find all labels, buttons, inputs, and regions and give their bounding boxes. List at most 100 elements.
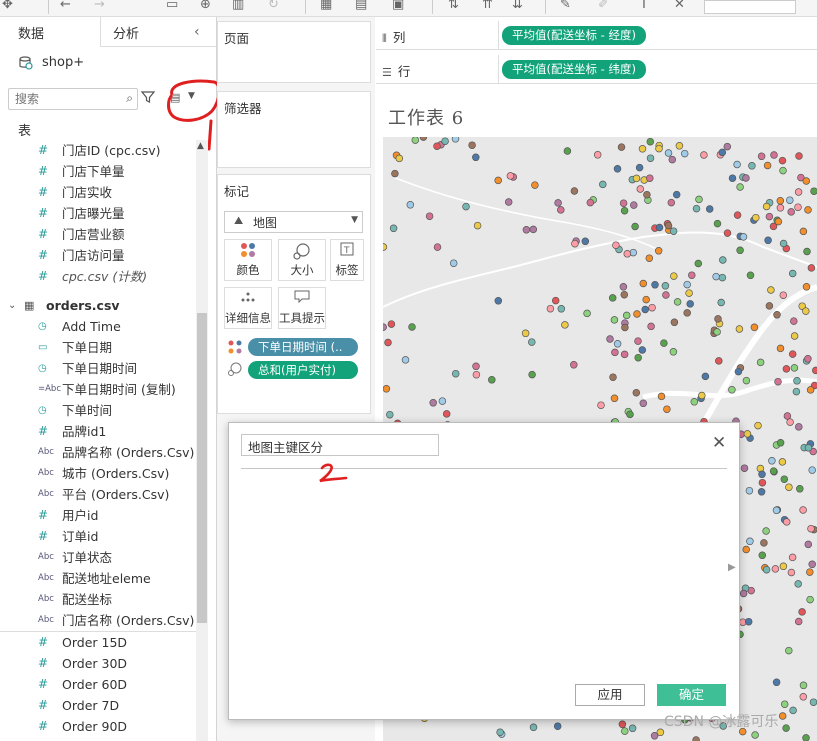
map-point[interactable]	[723, 142, 732, 151]
map-point[interactable]	[718, 273, 727, 282]
map-point[interactable]	[650, 732, 659, 740]
map-point[interactable]	[762, 565, 771, 574]
map-point[interactable]	[694, 259, 703, 268]
map-point[interactable]	[638, 145, 647, 153]
map-point[interactable]	[764, 236, 772, 245]
duplicate-sheet-icon[interactable]: ▤	[355, 0, 367, 13]
map-point[interactable]	[802, 307, 810, 315]
map-point[interactable]	[623, 250, 632, 258]
filter-icon[interactable]	[141, 90, 155, 104]
ok-button[interactable]: 确定	[657, 684, 726, 706]
map-point[interactable]	[785, 483, 793, 491]
map-point[interactable]	[667, 198, 676, 207]
map-point[interactable]	[762, 202, 771, 211]
map-point[interactable]	[599, 180, 607, 189]
field-item[interactable]: ▭ 下单日期	[0, 337, 196, 358]
map-point[interactable]	[692, 204, 701, 213]
map-point[interactable]	[438, 397, 447, 405]
map-point[interactable]	[648, 303, 656, 312]
map-point[interactable]	[441, 137, 449, 145]
map-point[interactable]	[787, 208, 795, 216]
map-point[interactable]	[442, 410, 451, 418]
map-point[interactable]	[619, 199, 628, 207]
field-item[interactable]: # 门店访问量	[0, 245, 196, 266]
map-point[interactable]	[406, 201, 415, 209]
chevron-down-icon[interactable]: ⌄	[8, 295, 16, 316]
map-point[interactable]	[713, 328, 721, 336]
color-pill[interactable]: 下单日期时间 (..	[248, 338, 358, 356]
map-point[interactable]	[763, 161, 772, 170]
map-point[interactable]	[770, 151, 778, 159]
map-point[interactable]	[712, 272, 720, 281]
map-point[interactable]	[719, 256, 727, 264]
map-point[interactable]	[758, 478, 767, 487]
detail-button[interactable]: 详细信息	[224, 287, 272, 329]
highlight-icon[interactable]: ✎	[560, 0, 571, 13]
map-point[interactable]	[634, 337, 642, 345]
field-item[interactable]: Abc 配送坐标	[0, 589, 196, 610]
map-point[interactable]	[529, 723, 538, 732]
map-point[interactable]	[748, 162, 756, 170]
map-point[interactable]	[683, 309, 691, 317]
map-point[interactable]	[786, 196, 794, 204]
map-point[interactable]	[617, 143, 626, 151]
map-point[interactable]	[384, 338, 392, 347]
map-point[interactable]	[804, 355, 812, 363]
color-button[interactable]: 颜色	[224, 239, 272, 281]
map-point[interactable]	[494, 297, 503, 305]
map-point[interactable]	[670, 318, 679, 327]
map-point[interactable]	[807, 524, 815, 533]
map-point[interactable]	[657, 392, 666, 401]
field-item[interactable]: Abc 订单状态	[0, 547, 196, 568]
map-point[interactable]	[641, 305, 649, 314]
map-point[interactable]	[554, 199, 562, 207]
map-point[interactable]	[655, 144, 663, 153]
map-point[interactable]	[804, 444, 813, 452]
map-point[interactable]	[733, 211, 742, 219]
map-point[interactable]	[629, 248, 638, 257]
filters-shelf[interactable]: 筛选器	[217, 91, 371, 168]
field-item[interactable]: # 订单id	[0, 526, 196, 547]
scroll-up-icon[interactable]: ▲	[197, 141, 204, 151]
datasource-name[interactable]: shop+	[42, 55, 84, 70]
map-point[interactable]	[613, 340, 622, 348]
map-point[interactable]	[504, 198, 513, 206]
pages-shelf[interactable]: 页面	[217, 21, 371, 83]
expand-arrow-icon[interactable]: ▶	[728, 562, 736, 573]
map-point[interactable]	[804, 540, 813, 549]
map-point[interactable]	[779, 562, 788, 571]
worksheet-title[interactable]: 工作表 6	[388, 104, 464, 130]
field-item[interactable]: # 门店营业额	[0, 224, 196, 245]
pause-updates-icon[interactable]: ▥	[232, 0, 244, 13]
map-point[interactable]	[383, 323, 387, 331]
search-icon[interactable]: ⌕	[126, 91, 133, 106]
field-item[interactable]: ◷ 下单时间	[0, 400, 196, 421]
save-icon[interactable]: ▭	[166, 0, 178, 13]
map-point[interactable]	[612, 241, 620, 249]
map-point[interactable]	[769, 467, 778, 475]
mark-type-dropdown[interactable]: ⛰ 地图 ▼	[224, 211, 363, 233]
new-sheet-icon[interactable]: ▦	[320, 0, 332, 13]
field-item[interactable]: # Order 30D	[0, 653, 196, 674]
map-point[interactable]	[690, 398, 699, 406]
apply-button[interactable]: 应用	[575, 684, 645, 706]
map-point[interactable]	[557, 206, 565, 214]
tab-analysis[interactable]: 分析	[113, 23, 139, 42]
map-point[interactable]	[742, 376, 751, 385]
map-point[interactable]	[632, 388, 641, 397]
map-point[interactable]	[664, 149, 673, 157]
map-point[interactable]	[620, 206, 629, 215]
map-point[interactable]	[780, 475, 789, 483]
logo-icon[interactable]: ✥	[2, 0, 13, 13]
map-point[interactable]	[740, 464, 749, 472]
map-point[interactable]	[593, 151, 602, 159]
map-point[interactable]	[583, 309, 591, 318]
label-button[interactable]: T 标签	[330, 239, 364, 281]
map-point[interactable]	[496, 728, 504, 736]
map-point[interactable]	[401, 356, 410, 364]
map-point[interactable]	[386, 410, 394, 419]
map-point[interactable]	[408, 323, 416, 331]
map-point[interactable]	[760, 539, 768, 547]
clear-sheet-icon[interactable]: ▣	[392, 0, 404, 13]
map-point[interactable]	[642, 295, 650, 304]
